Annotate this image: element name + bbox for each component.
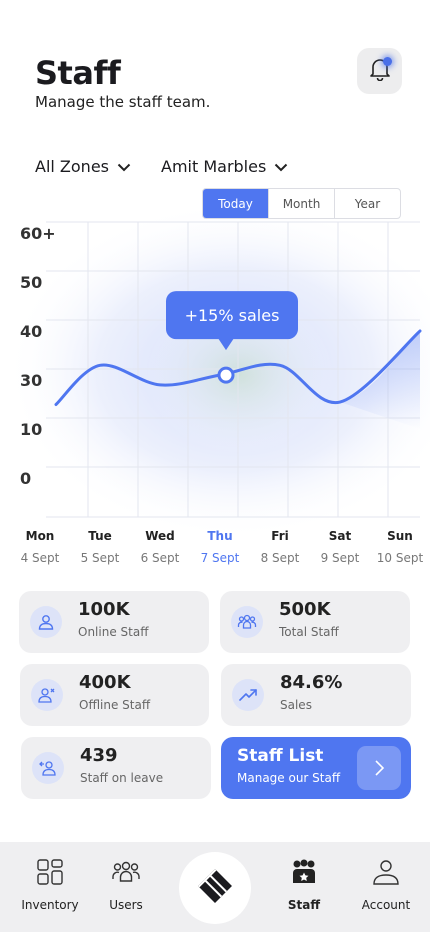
users-group-icon — [231, 606, 263, 638]
user-icon — [30, 606, 62, 638]
trend-up-icon — [232, 679, 264, 711]
stat-card-sales[interactable]: 84.6% Sales — [221, 664, 411, 726]
x-date-label: 5 Sept — [81, 551, 120, 565]
company-dropdown[interactable]: Amit Marbles — [161, 157, 288, 176]
x-tick-label: Mon — [26, 529, 55, 543]
stat-label: Sales — [280, 698, 312, 712]
x-tick-label: Sat — [329, 529, 352, 543]
stat-label: Online Staff — [78, 625, 149, 639]
nav-item-staff[interactable]: Staff — [264, 856, 344, 912]
page-subtitle: Manage the staff team. — [35, 93, 211, 111]
chart-tooltip-text: +15% sales — [185, 306, 280, 325]
tab-year[interactable]: Year — [334, 189, 400, 218]
nav-label: Account — [361, 898, 411, 912]
stat-value: 439 — [80, 745, 118, 766]
logo-icon — [198, 869, 232, 907]
stat-label: Offline Staff — [79, 698, 151, 712]
nav-item-inventory[interactable]: Inventory — [10, 856, 90, 912]
stat-label: Total Staff — [279, 625, 339, 639]
stat-card-total-staff[interactable]: 500K Total Staff — [220, 591, 410, 653]
nav-item-account[interactable]: Account — [346, 856, 426, 912]
stat-label: Staff on leave — [80, 771, 164, 785]
x-date-label: 10 Sept — [377, 551, 424, 565]
chevron-down-icon — [274, 157, 288, 176]
stat-card-online-staff[interactable]: 100K Online Staff — [19, 591, 209, 653]
chevron-right-icon[interactable] — [357, 746, 401, 790]
y-tick-label: 60+ — [20, 224, 56, 243]
x-date-label: 9 Sept — [321, 551, 360, 565]
stat-value: 500K — [279, 599, 331, 620]
stat-card-offline-staff[interactable]: 400K Offline Staff — [20, 664, 209, 726]
x-date-label: 6 Sept — [141, 551, 180, 565]
company-dropdown-label: Amit Marbles — [161, 157, 267, 176]
x-tick-label: Thu — [207, 529, 232, 543]
stat-value: 84.6% — [280, 672, 343, 693]
staff-list-title: Staff List — [237, 746, 324, 766]
nav-label: Staff — [287, 898, 321, 912]
page-title: Staff — [35, 54, 121, 92]
grid-icon — [10, 856, 90, 888]
x-tick-label: Wed — [145, 529, 175, 543]
y-tick-label: 0 — [20, 469, 31, 488]
y-tick-label: 40 — [20, 322, 42, 341]
staff-list-button[interactable]: Staff List Manage our Staff — [221, 737, 411, 799]
x-date-label: 4 Sept — [21, 551, 60, 565]
x-date-label: 7 Sept — [201, 551, 240, 565]
y-tick-label: 30 — [20, 371, 42, 390]
tab-today[interactable]: Today — [203, 189, 268, 218]
nav-label: Inventory — [21, 898, 79, 912]
highlight-point — [217, 366, 235, 384]
nav-item-users[interactable]: Users — [86, 856, 166, 912]
sales-line-chart: 60+ 50 40 30 10 0 +15% sales Mon 4 Sept Tue 5 Se… — [5, 200, 430, 565]
tab-month[interactable]: Month — [268, 189, 334, 218]
period-toggle[interactable]: Today Month Year — [202, 188, 401, 219]
y-tick-label: 50 — [20, 273, 42, 292]
notification-dot — [383, 57, 392, 66]
staff-badge-icon — [264, 856, 344, 888]
x-tick-label: Tue — [88, 529, 112, 543]
home-logo-button[interactable] — [179, 852, 251, 924]
stat-value: 100K — [78, 599, 130, 620]
zone-dropdown-label: All Zones — [35, 157, 109, 176]
user-offline-icon — [31, 679, 63, 711]
staff-list-subtitle: Manage our Staff — [237, 771, 341, 785]
y-tick-label: 10 — [20, 420, 42, 439]
account-icon — [346, 856, 426, 888]
stat-card-staff-on-leave[interactable]: 439 Staff on leave — [21, 737, 211, 799]
users-icon — [86, 856, 166, 888]
chevron-down-icon — [117, 157, 131, 176]
zone-dropdown[interactable]: All Zones — [35, 157, 131, 176]
x-tick-label: Sun — [387, 529, 413, 543]
nav-label: Users — [109, 898, 143, 912]
user-leave-icon — [32, 752, 64, 784]
notifications-button[interactable] — [357, 48, 402, 94]
x-tick-label: Fri — [271, 529, 288, 543]
x-date-label: 8 Sept — [261, 551, 300, 565]
stat-value: 400K — [79, 672, 131, 693]
